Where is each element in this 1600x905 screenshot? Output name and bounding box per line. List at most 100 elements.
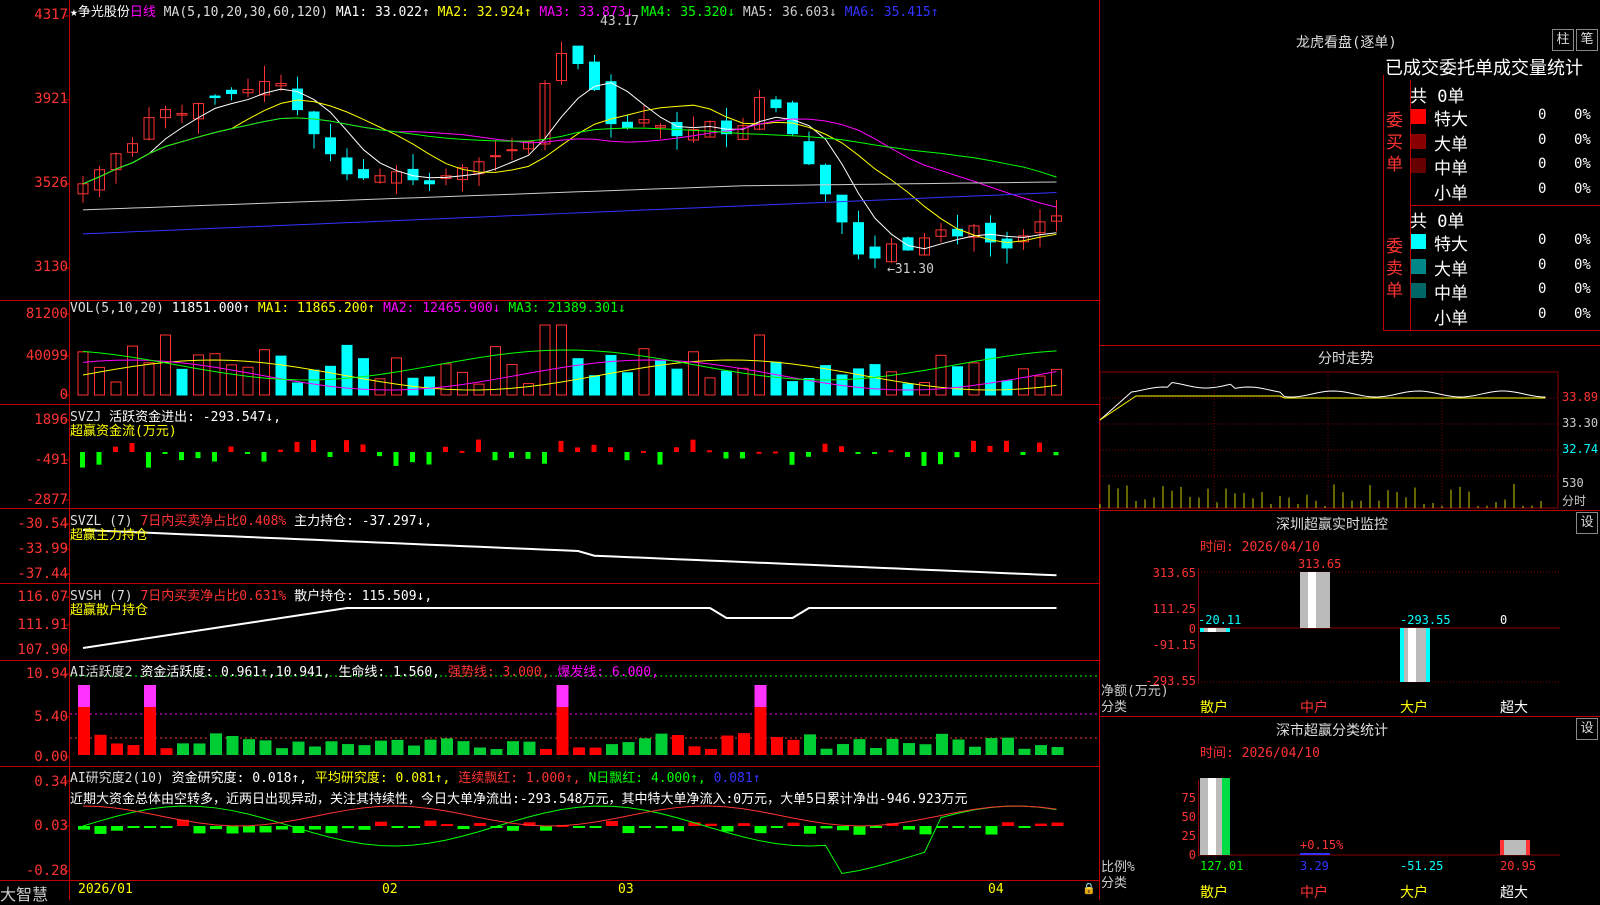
svzj-bar [855,452,861,454]
monitor-axis-2: 111.25 [1152,602,1196,616]
ai1-axis-3: 0.00 [34,749,68,765]
candle-body [1001,238,1013,249]
vol-ma2: MA2: 12465.900↓ [383,301,501,316]
svzj-axis-3: -2877 [25,492,68,508]
svzj-bar [113,446,118,452]
svzj-bar [575,447,580,452]
buy-row-name-3: 小单 [1434,183,1468,204]
volume-bar [424,376,435,396]
candle-body [308,111,320,135]
volume-bar [292,382,303,396]
buy-row-pct-0: 0% [1574,107,1591,123]
ai1-bar [325,741,338,755]
ai1-t3: 强势线: 3.000, [447,665,550,680]
ma4-value: MA4: 35.320↓ [641,5,736,20]
svzj-bar [938,452,943,465]
vol-ma3: MA3: 21389.301↓ [508,301,626,316]
tick-view-button[interactable]: 笔 [1576,29,1598,51]
candle-body [226,89,237,95]
classify-bar-retail-edge [1222,778,1230,855]
sell-row-count-3: 0 [1538,305,1547,322]
buy-row-pct-3: 0% [1574,180,1591,197]
svzj-bar [525,452,531,459]
svzj-bar [690,439,696,452]
classify-cat-2: 中户 [1300,885,1328,901]
ai1-bar [903,743,915,755]
ai1-bar [787,739,800,755]
ai1-bar [243,739,255,755]
date-label-4: 04 [988,882,1004,897]
ai1-bar [210,733,222,755]
intraday-axis-1: 33.89 [1562,390,1599,404]
ai2-t4: N日飘红: 4.000↑, [588,771,706,786]
ai1-t1: 资金活跃度: 0.961↑,10.941, [140,665,331,680]
svzj-bar [162,452,168,454]
sell-row-pct-1: 0% [1574,256,1591,273]
ai2-bar [903,826,915,830]
ai1-bar [292,741,305,755]
vol-axis-3: 0 [59,387,68,403]
sell-row-name-0: 特大 [1434,235,1468,255]
ai2-axis-1: 0.34 [34,774,68,790]
ai2-bar [721,826,734,832]
buy-row-count-1: 0 [1538,131,1547,148]
volume-bar [325,365,336,396]
ai1-bar [738,733,750,755]
sell-row-count-0: 0 [1538,232,1547,248]
candle-body [820,164,831,195]
svzj-bar [311,440,316,452]
ai2-bar [771,826,783,828]
sell-row-count-2: 0 [1538,281,1547,297]
ai2-t2: 平均研究度: 0.081↑, [314,771,451,786]
candle-body [853,222,864,255]
bar-view-button[interactable]: 柱 [1552,29,1574,51]
ai1-bar-top [754,685,767,707]
ai2-bar [672,826,684,832]
ai1-bar [309,746,321,755]
candle-body [770,99,782,109]
buy-row-name-1: 大单 [1434,134,1468,155]
svzj-bar [954,452,960,458]
vol-header: VOL(5,10,20) 11851.000↑ MA1: 11865.200↑ … [70,301,626,316]
ai2-bar [952,826,965,828]
monitor-val-3: -293.55 [1400,613,1451,627]
svzj-bar [443,446,448,452]
ai2-bar [259,826,272,833]
volume-bar [440,363,452,396]
monitor-settings-button[interactable]: 设 [1576,512,1598,534]
classify-cat-1: 散户 [1200,885,1228,901]
ai1-bar [523,741,536,755]
classify-settings-button[interactable]: 设 [1576,718,1598,740]
ai2-line-2 [82,805,1057,827]
classify-unit2: 分类 [1101,876,1128,891]
stock-name[interactable]: ★争光股份 [70,5,130,20]
svsh-line [82,607,1057,649]
svzj-bar [410,452,415,463]
volume-bar [259,349,270,396]
candle-body [341,157,353,175]
ai2-bar [243,826,255,833]
period-label[interactable]: 日线 [130,5,156,20]
ai2-note: 近期大资金总体由空转多，近两日出现异动，关注其持续性，今日大单净流出:-293.… [70,792,968,807]
ai2-bar [127,826,140,828]
classify-val-3: -51.25 [1400,859,1444,873]
ai2-bar [342,826,354,829]
ai2-bar [391,826,404,828]
intraday-avg-line [1099,395,1546,421]
ai1-bar [952,739,965,755]
lock-icon[interactable]: 🔒 [1082,882,1096,895]
ai2-bar [837,826,849,831]
ai2-bar [655,826,668,829]
ai2-bar [78,826,90,830]
ai2-bar [985,826,998,835]
candle-body [506,149,518,152]
ai2-bar [358,826,371,830]
monitor-axis-3: 0 [1188,622,1196,636]
intraday-axis-3: 32.74 [1562,442,1599,456]
ai1-bar [589,747,602,755]
volume-bar [193,354,204,396]
ai2-bar [226,826,239,834]
svzl-t1: 7日内买卖净占比0.408% [140,514,287,529]
classify-val-4: 20.95 [1500,859,1537,873]
volume-bar [589,375,600,396]
